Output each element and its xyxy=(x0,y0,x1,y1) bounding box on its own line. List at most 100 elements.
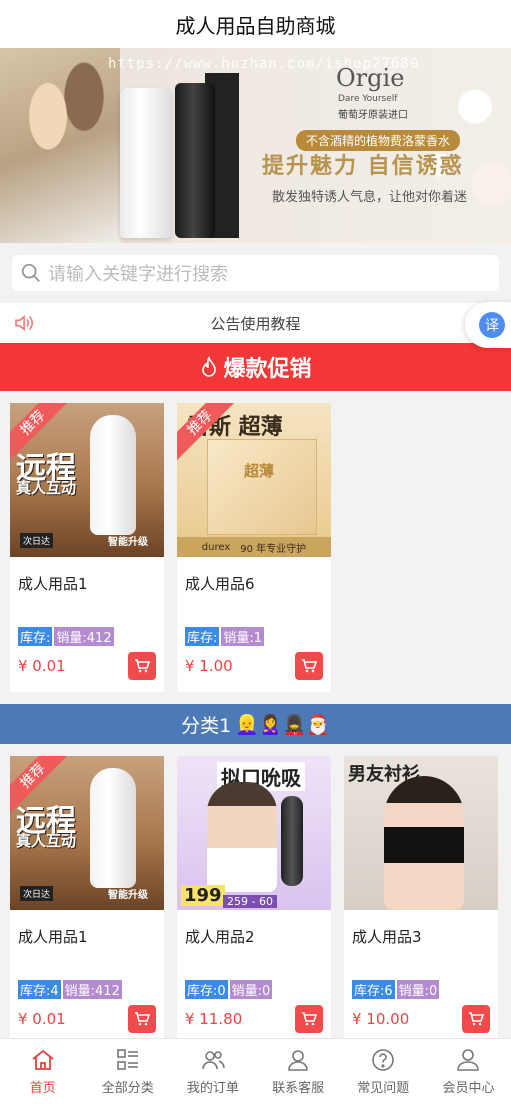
hot-promo-title: 爆款促销 xyxy=(223,357,312,382)
promo-banner[interactable]: https://www.huzhan.com/ishop27680 Orgie … xyxy=(0,48,511,243)
sold-badge: 销量:1 xyxy=(221,627,265,646)
cart-icon xyxy=(469,1012,484,1026)
flame-icon xyxy=(202,356,217,377)
notice-bar[interactable]: 公告使用教程 xyxy=(0,303,511,343)
sold-badge: 销量:412 xyxy=(54,627,114,646)
stock-badge: 库存:4 xyxy=(18,980,61,999)
product-name[interactable]: 成人用品3 xyxy=(344,910,498,968)
product-price: ¥ 0.01 xyxy=(18,657,66,675)
product-footer: ¥ 0.01 xyxy=(10,646,164,692)
tab-label: 我的订单 xyxy=(186,1081,239,1096)
product-price: ¥ 1.00 xyxy=(185,657,233,675)
cart-icon xyxy=(302,1012,317,1026)
add-to-cart-button[interactable] xyxy=(295,1005,323,1033)
product-name[interactable]: 成人用品1 xyxy=(10,910,164,968)
help-icon xyxy=(372,1049,395,1071)
image-footer: durex 90 年专业守护 xyxy=(177,537,331,557)
tab-member-center[interactable]: 会员中心 xyxy=(426,1039,511,1104)
member-icon xyxy=(457,1049,480,1071)
tab-label: 首页 xyxy=(29,1081,56,1096)
product-card[interactable]: 男友衬衫 成人用品3 库存:6 销量:0 ¥ 10.00 xyxy=(344,756,498,1045)
notice-text: 公告使用教程 xyxy=(210,314,301,333)
search-input[interactable]: 请输入关键字进行搜索 xyxy=(12,255,499,291)
category-icon xyxy=(116,1049,138,1070)
image-price: 199 xyxy=(181,885,225,906)
sold-badge: 销量:0 xyxy=(396,980,440,999)
search-icon xyxy=(21,263,40,282)
stock-badge: 库存:0 xyxy=(185,980,228,999)
product-meta: 库存:4 销量:412 xyxy=(10,968,164,999)
page-title: 成人用品自助商城 xyxy=(175,13,336,38)
product-image[interactable]: 拟口吮吸 199 259 - 60 xyxy=(177,756,331,910)
image-upgrade: 智能升级 xyxy=(108,890,148,901)
cart-icon xyxy=(302,659,317,673)
add-to-cart-button[interactable] xyxy=(462,1005,490,1033)
category-header[interactable]: 分类1 👱‍♀️🙎‍♀️💂‍♀️🎅 xyxy=(0,704,511,744)
product-name[interactable]: 成人用品1 xyxy=(10,557,164,615)
tab-label: 常见问题 xyxy=(357,1081,410,1096)
product-image[interactable]: 远程 真人互动 次日达 智能升级 推荐 xyxy=(10,756,164,910)
product-name[interactable]: 成人用品2 xyxy=(177,910,331,968)
orders-icon xyxy=(202,1051,225,1070)
banner-brand: Orgie xyxy=(336,64,405,92)
product-meta: 库存: 销量:1 xyxy=(177,615,331,646)
tab-label: 联系客服 xyxy=(272,1081,325,1096)
product-price: ¥ 0.01 xyxy=(18,1010,66,1028)
product-image[interactable]: 雷斯 超薄 超薄 durex 90 年专业守护 推荐 xyxy=(177,403,331,557)
banner-white-bottle xyxy=(120,88,172,238)
product-image[interactable]: 男友衬衫 xyxy=(344,756,498,910)
product-meta: 库存:6 销量:0 xyxy=(344,968,498,999)
product-card[interactable]: 远程 真人互动 次日达 智能升级 推荐 成人用品1 库存:4 销量:412 ¥ … xyxy=(10,756,164,1045)
image-badge: 次日达 xyxy=(20,533,54,548)
product-image[interactable]: 远程 真人互动 次日达 智能升级 推荐 xyxy=(10,403,164,557)
add-to-cart-button[interactable] xyxy=(128,1005,156,1033)
image-badge: 次日达 xyxy=(20,886,54,901)
translate-button[interactable]: 译 xyxy=(465,302,511,348)
tab-contact-service[interactable]: 联系客服 xyxy=(256,1039,341,1104)
tab-home[interactable]: 首页 xyxy=(0,1039,85,1104)
product-device xyxy=(90,415,136,535)
product-meta: 库存: 销量:412 xyxy=(10,615,164,646)
tab-label: 全部分类 xyxy=(101,1081,154,1096)
product-price: ¥ 11.80 xyxy=(185,1010,243,1028)
product-card[interactable]: 雷斯 超薄 超薄 durex 90 年专业守护 推荐 成人用品6 库存: 销量:… xyxy=(177,403,331,692)
search-section: 请输入关键字进行搜索 xyxy=(0,243,511,301)
banner-slogan: 提升魅力 自信诱惑 xyxy=(262,154,464,179)
category-emoji: 👱‍♀️🙎‍♀️💂‍♀️🎅 xyxy=(235,713,330,736)
tab-my-orders[interactable]: 我的订单 xyxy=(170,1039,255,1104)
bottom-tab-bar: 首页 全部分类 我的订单 联系客服 常见问题 会员中心 xyxy=(0,1038,511,1104)
product-name[interactable]: 成人用品6 xyxy=(177,557,331,615)
add-to-cart-button[interactable] xyxy=(128,652,156,680)
banner-subtitle: 散发独特诱人气息，让他对你着迷 xyxy=(272,190,468,205)
product-card[interactable]: 远程 真人互动 次日达 智能升级 推荐 成人用品1 库存: 销量:412 ¥ 0… xyxy=(10,403,164,692)
image-footer-brand: durex xyxy=(201,541,231,553)
cart-icon xyxy=(135,1012,150,1026)
home-icon xyxy=(32,1049,54,1070)
product-device xyxy=(281,796,303,886)
sold-badge: 销量:0 xyxy=(229,980,273,999)
image-discount: 259 - 60 xyxy=(223,895,277,908)
product-card[interactable]: 拟口吮吸 199 259 - 60 成人用品2 库存:0 销量:0 ¥ 11.8… xyxy=(177,756,331,1045)
banner-tagline: Dare Yourself xyxy=(338,94,398,104)
image-subline: 真人互动 xyxy=(16,479,77,497)
category-product-grid: 远程 真人互动 次日达 智能升级 推荐 成人用品1 库存:4 销量:412 ¥ … xyxy=(0,744,511,1057)
service-icon xyxy=(288,1050,308,1071)
tab-all-categories[interactable]: 全部分类 xyxy=(85,1039,170,1104)
add-to-cart-button[interactable] xyxy=(295,652,323,680)
product-price: ¥ 10.00 xyxy=(352,1010,410,1028)
image-subline: 真人互动 xyxy=(16,832,77,850)
image-footer-text: 90 年专业守护 xyxy=(240,543,307,555)
stock-badge: 库存:6 xyxy=(352,980,395,999)
translate-icon: 译 xyxy=(479,312,505,338)
product-device xyxy=(90,768,136,888)
stock-badge: 库存: xyxy=(18,627,53,646)
stock-badge: 库存: xyxy=(185,627,220,646)
cart-icon xyxy=(135,659,150,673)
hot-product-grid: 远程 真人互动 次日达 智能升级 推荐 成人用品1 库存: 销量:412 ¥ 0… xyxy=(0,391,511,704)
banner-couple-image xyxy=(0,48,120,243)
category-title: 分类1 xyxy=(181,714,232,737)
header: 成人用品自助商城 xyxy=(0,0,511,48)
tab-faq[interactable]: 常见问题 xyxy=(341,1039,426,1104)
tab-label: 会员中心 xyxy=(442,1081,495,1096)
product-meta: 库存:0 销量:0 xyxy=(177,968,331,999)
